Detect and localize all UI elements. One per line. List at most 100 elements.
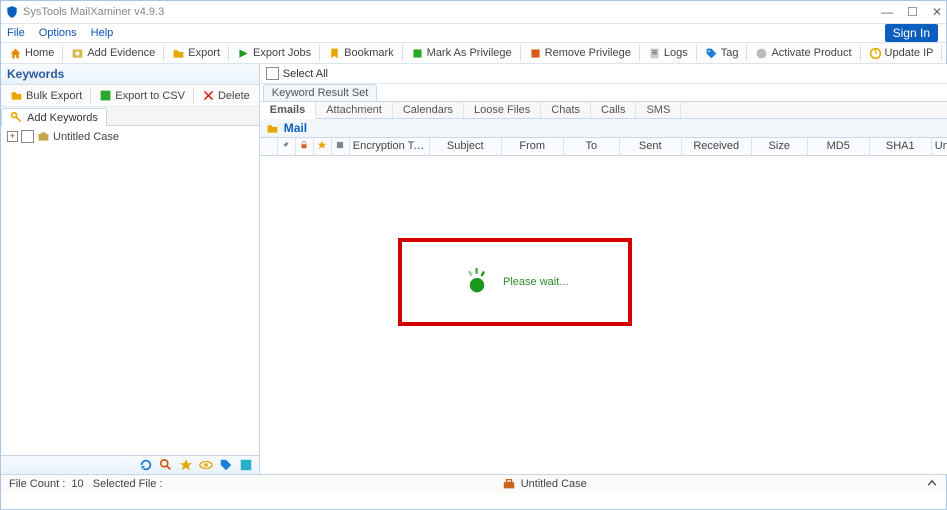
- tree-root-label: Untitled Case: [53, 131, 119, 143]
- close-button[interactable]: ✕: [932, 5, 942, 19]
- col-flag2[interactable]: [296, 138, 314, 155]
- status-chevron[interactable]: [926, 477, 938, 492]
- col-from[interactable]: From: [502, 138, 564, 155]
- delete-button[interactable]: Delete: [196, 87, 256, 104]
- footer-skin-icon[interactable]: [239, 458, 253, 472]
- subtab-sms[interactable]: SMS: [636, 102, 681, 118]
- sidebar-footer: [1, 455, 259, 474]
- file-count-label: File Count :: [9, 478, 65, 490]
- col-sent[interactable]: Sent: [620, 138, 682, 155]
- keywords-panel: Keywords Bulk Export Export to CSV Delet…: [1, 64, 260, 474]
- col-checkbox[interactable]: [260, 138, 278, 155]
- mail-header: Mail 0: [260, 119, 947, 138]
- bookmark-icon: [328, 47, 341, 60]
- col-subject[interactable]: Subject: [430, 138, 502, 155]
- col-sha1[interactable]: SHA1: [870, 138, 932, 155]
- export-csv-button[interactable]: Export to CSV: [93, 87, 191, 104]
- col-encryption[interactable]: Encryption Tech...: [350, 138, 430, 155]
- col-md5[interactable]: MD5: [808, 138, 870, 155]
- attach-icon: [281, 140, 291, 150]
- add-evidence-icon: [71, 47, 84, 60]
- subtab-calendars[interactable]: Calendars: [393, 102, 464, 118]
- subtab-loose-files[interactable]: Loose Files: [464, 102, 541, 118]
- add-evidence-button[interactable]: Add Evidence: [65, 45, 161, 62]
- tree-root-row[interactable]: + Untitled Case: [7, 130, 253, 143]
- footer-search-icon[interactable]: [159, 458, 173, 472]
- status-case: Untitled Case: [163, 477, 927, 491]
- chevron-up-icon: [926, 477, 938, 489]
- main-toolbar: Home Add Evidence Export Export Jobs Boo…: [1, 45, 947, 62]
- priv-col-icon: [335, 140, 345, 150]
- grid-body: Please wait...: [260, 156, 947, 474]
- subtab-chats[interactable]: Chats: [541, 102, 591, 118]
- col-received[interactable]: Received: [682, 138, 752, 155]
- tree-checkbox[interactable]: [21, 130, 34, 143]
- subtab-attachment[interactable]: Attachment: [316, 102, 393, 118]
- update-ip-button[interactable]: Update IP: [863, 45, 940, 62]
- titlebar: SysTools MailXaminer v4.9.3 — ☐ ✕: [1, 1, 946, 24]
- mark-privilege-icon: [411, 47, 424, 60]
- export-icon: [172, 47, 185, 60]
- expand-toggle[interactable]: +: [7, 131, 18, 142]
- tag-icon: [705, 47, 718, 60]
- wait-spinner-icon: [461, 266, 493, 298]
- col-flag3[interactable]: [314, 138, 332, 155]
- case-icon: [37, 130, 50, 143]
- footer-eye-icon[interactable]: [199, 458, 213, 472]
- home-button[interactable]: Home: [3, 45, 60, 62]
- col-unread[interactable]: Unre...: [932, 138, 947, 155]
- export-button[interactable]: Export: [166, 45, 226, 62]
- keywords-panel-toolbar: Bulk Export Export to CSV Delete: [1, 85, 259, 107]
- file-count-value: 10: [71, 478, 83, 490]
- result-tab-row: Keyword Result Set: [260, 84, 947, 101]
- lock-icon: [299, 140, 309, 150]
- wait-text: Please wait...: [503, 276, 568, 288]
- tab-add-keywords[interactable]: Add Keywords: [1, 108, 107, 126]
- status-bar: File Count : 10 Selected File : Untitled…: [1, 474, 946, 493]
- sidebar-tabstrip: Add Keywords: [1, 107, 259, 126]
- select-all-checkbox[interactable]: [266, 67, 279, 80]
- footer-refresh-icon[interactable]: [139, 458, 153, 472]
- remove-privilege-button[interactable]: Remove Privilege: [523, 45, 637, 62]
- menu-options[interactable]: Options: [39, 27, 77, 39]
- col-flag1[interactable]: [278, 138, 296, 155]
- result-subtabs: Emails Attachment Calendars Loose Files …: [260, 101, 947, 119]
- footer-tag-icon[interactable]: [219, 458, 233, 472]
- minimize-button[interactable]: —: [881, 5, 893, 19]
- please-wait-overlay: Please wait...: [398, 238, 632, 326]
- sign-in-button[interactable]: Sign In: [885, 24, 938, 42]
- case-tree[interactable]: + Untitled Case: [1, 126, 259, 455]
- logs-button[interactable]: Logs: [642, 45, 694, 62]
- activate-product-button[interactable]: Activate Product: [749, 45, 857, 62]
- selected-file-label: Selected File :: [93, 478, 163, 490]
- menu-file[interactable]: File: [7, 27, 25, 39]
- status-case-label: Untitled Case: [521, 478, 587, 490]
- col-to[interactable]: To: [564, 138, 620, 155]
- remove-privilege-icon: [529, 47, 542, 60]
- tab-keyword-result-set[interactable]: Keyword Result Set: [263, 84, 378, 101]
- logs-icon: [648, 47, 661, 60]
- subtab-emails[interactable]: Emails: [260, 102, 316, 119]
- bookmark-button[interactable]: Bookmark: [322, 45, 400, 62]
- subtab-calls[interactable]: Calls: [591, 102, 636, 118]
- col-size[interactable]: Size: [752, 138, 808, 155]
- maximize-button[interactable]: ☐: [907, 5, 918, 19]
- mail-label: Mail: [284, 121, 307, 135]
- export-jobs-icon: [237, 47, 250, 60]
- activate-icon: [755, 47, 768, 60]
- export-jobs-button[interactable]: Export Jobs: [231, 45, 317, 62]
- col-flag4[interactable]: [332, 138, 350, 155]
- briefcase-icon: [502, 477, 516, 491]
- footer-star-icon[interactable]: [179, 458, 193, 472]
- keywords-panel-title: Keywords: [1, 64, 259, 85]
- menu-help[interactable]: Help: [91, 27, 114, 39]
- folder-icon: [10, 89, 23, 102]
- mail-folder-icon: [266, 122, 279, 135]
- bulk-export-button[interactable]: Bulk Export: [4, 87, 88, 104]
- window-controls: — ☐ ✕: [881, 5, 942, 19]
- tag-button[interactable]: Tag: [699, 45, 745, 62]
- mark-privilege-button[interactable]: Mark As Privilege: [405, 45, 518, 62]
- main-area: Select All Keyword Result Set Emails Att…: [260, 64, 947, 474]
- grid-header: Encryption Tech... Subject From To Sent …: [260, 138, 947, 156]
- toolbar-row: Home Add Evidence Export Export Jobs Boo…: [1, 42, 946, 64]
